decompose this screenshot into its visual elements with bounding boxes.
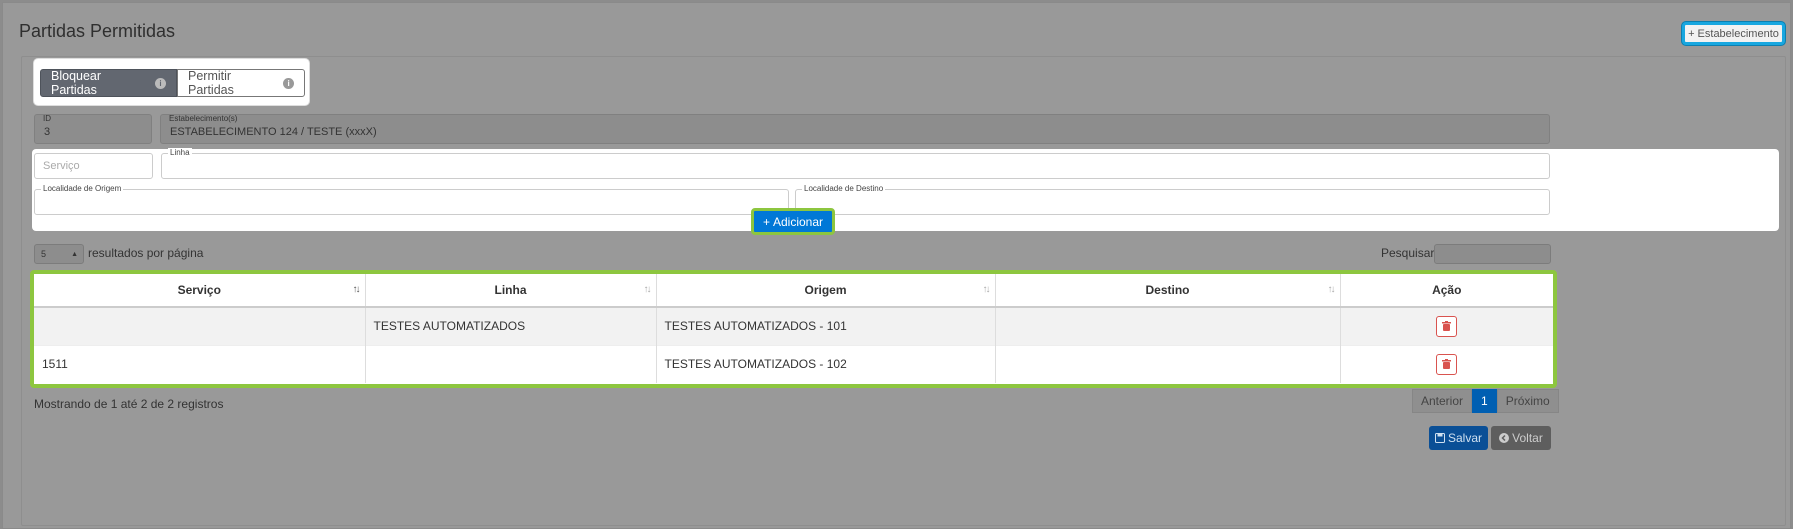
sort-icon: ↑↓ [982,284,991,295]
establishment-value: ESTABELECIMENTO 124 / TESTE (xxxX) [170,126,377,138]
table-row: TESTES AUTOMATIZADOS TESTES AUTOMATIZADO… [34,306,1553,345]
id-field: ID 3 [34,114,152,144]
tab-group: Bloquear Partidas i Permitir Partidas i [34,59,309,105]
cell-destino [995,306,1341,345]
page-length-select[interactable]: 5 ▲︎ [34,244,84,264]
back-label: Voltar [1512,431,1543,445]
back-button[interactable]: Voltar [1491,426,1551,450]
page-length-text: resultados por página [88,246,204,260]
tab-permitir-partidas[interactable]: Permitir Partidas i [177,69,305,97]
cell-origem: TESTES AUTOMATIZADOS - 101 [656,306,996,345]
servico-input[interactable]: Serviço [34,153,153,179]
plus-icon: + [762,214,770,229]
table-info: Mostrando de 1 até 2 de 2 registros [34,397,224,411]
select-arrows-icon: ▲︎ [71,250,78,258]
filter-form: Serviço Linha Localidade de Origem Local… [32,148,1779,231]
column-header-acao: Ação [1340,274,1553,308]
establishment-label: Estabelecimento(s) [169,114,238,123]
back-arrow-icon [1499,433,1510,443]
destino-input[interactable]: Localidade de Destino [795,184,1550,215]
trash-icon [1442,359,1452,370]
trash-icon [1442,321,1452,332]
id-value: 3 [44,126,51,138]
origem-label: Localidade de Origem [41,184,124,193]
cell-destino [995,344,1341,383]
linha-label: Linha [168,148,192,157]
page-title: Partidas Permitidas [19,21,176,41]
cell-linha [365,344,657,383]
tab-label: Permitir Partidas [188,69,234,97]
tab-label: Bloquear Partidas [51,69,102,97]
sort-icon: ↑↓ [1327,284,1336,295]
page-container: Partidas Permitidas + Estabelecimento Bl… [2,2,1791,529]
column-header-linha[interactable]: Linha ↑↓ [365,274,657,308]
pagination-next[interactable]: Próximo [1496,389,1559,413]
save-label: Salvar [1447,431,1482,445]
column-header-destino[interactable]: Destino ↑↓ [995,274,1341,308]
establishment-field: Estabelecimento(s) ESTABELECIMENTO 124 /… [160,114,1550,144]
cell-acao [1340,306,1553,345]
sort-asc-icon: ↑↓ [352,284,361,295]
pagination-page-1[interactable]: 1 [1472,389,1497,413]
info-icon: i [155,77,166,89]
cell-servico: 1511 [34,344,366,383]
save-icon [1434,433,1445,443]
add-establishment-button[interactable]: + Estabelecimento [1682,22,1785,45]
add-button[interactable]: + Adicionar [751,208,835,235]
destino-label: Localidade de Destino [802,184,886,193]
origem-input[interactable]: Localidade de Origem [34,184,789,215]
column-header-origem[interactable]: Origem ↑↓ [656,274,996,308]
tab-bloquear-partidas[interactable]: Bloquear Partidas i [40,69,177,97]
plus-icon: + [1688,27,1695,40]
table-row: 1511 TESTES AUTOMATIZADOS - 102 [34,344,1553,383]
results-table: Serviço ↑↓ Linha ↑↓ Origem ↑↓ Destino ↑↓ Açã… [30,270,1557,388]
id-label: ID [43,114,51,123]
add-button-label: Adicionar [772,214,824,229]
cell-acao [1340,344,1553,383]
column-header-servico[interactable]: Serviço ↑↓ [34,274,366,308]
linha-input[interactable]: Linha [161,148,1550,179]
delete-button[interactable] [1436,353,1458,375]
search-label: Pesquisar [1381,246,1435,260]
save-button[interactable]: Salvar [1429,426,1488,450]
sort-icon: ↑↓ [643,284,652,295]
search-input[interactable] [1434,244,1551,264]
pagination-previous[interactable]: Anterior [1412,389,1473,413]
page-length-value: 5 [41,249,47,259]
servico-placeholder: Serviço [43,160,80,172]
pagination: Anterior 1 Próximo [1412,389,1559,413]
cell-servico [34,306,366,345]
add-establishment-label: Estabelecimento [1697,27,1779,40]
info-icon: i [283,77,294,89]
cell-origem: TESTES AUTOMATIZADOS - 102 [656,344,996,383]
delete-button[interactable] [1436,315,1458,337]
cell-linha: TESTES AUTOMATIZADOS [365,306,657,345]
main-panel: Bloquear Partidas i Permitir Partidas i … [21,56,1786,526]
